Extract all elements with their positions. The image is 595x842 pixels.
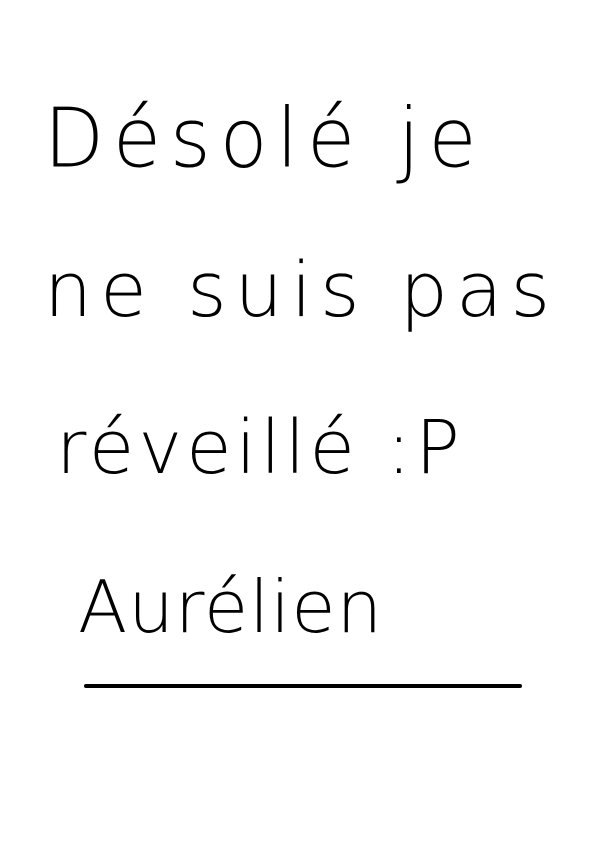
note-line-1: Désolé je	[44, 92, 486, 187]
note-line-2: ne suis pas	[44, 245, 559, 334]
signature-name: Aurélien	[78, 565, 384, 649]
note-line-3: réveillé :P	[56, 405, 464, 491]
handwritten-note-page: Désolé je ne suis pas réveillé :P Auréli…	[0, 0, 595, 842]
signature-underline	[84, 684, 522, 688]
